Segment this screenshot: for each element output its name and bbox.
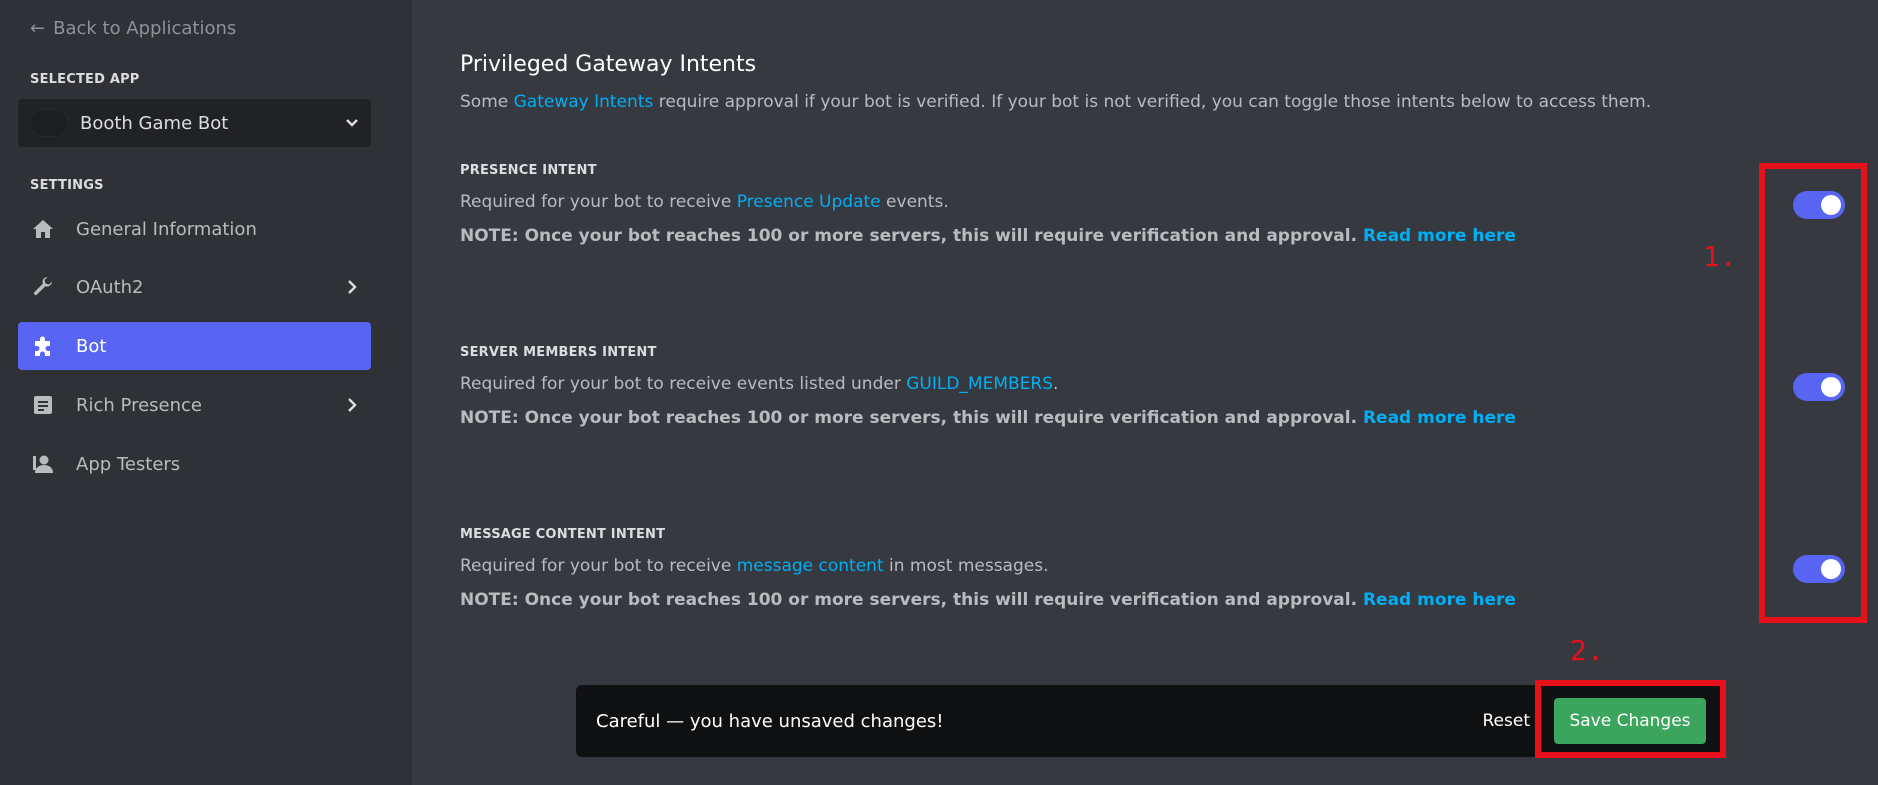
presence-update-link[interactable]: Presence Update (737, 192, 881, 212)
sidebar-item-app-testers[interactable]: App Testers (18, 440, 371, 488)
sidebar-item-label: Rich Presence (76, 394, 202, 416)
desc-text: Required for your bot to receive events … (460, 374, 907, 394)
intent-note: NOTE: Once your bot reaches 100 or more … (460, 226, 1860, 246)
note-text: NOTE: Once your bot reaches 100 or more … (460, 408, 1363, 428)
desc-text: Required for your bot to receive (460, 192, 737, 212)
home-icon (30, 216, 56, 242)
app-name: Booth Game Bot (80, 112, 229, 134)
intent-title: PRESENCE INTENT (460, 163, 597, 178)
annotation-step-1: 1. (1703, 240, 1737, 273)
puzzle-icon (30, 333, 56, 359)
presence-intent-section: PRESENCE INTENT Required for your bot to… (460, 163, 1860, 246)
sidebar-item-rich-presence[interactable]: Rich Presence (18, 381, 371, 429)
desc-text: events. (880, 192, 949, 212)
message-content-intent-section: MESSAGE CONTENT INTENT Required for your… (460, 527, 1860, 610)
sidebar-item-label: App Testers (76, 453, 181, 475)
intent-description: Required for your bot to receive message… (460, 556, 1860, 576)
chevron-right-icon (348, 398, 357, 412)
settings-label: SETTINGS (30, 178, 104, 193)
read-more-link[interactable]: Read more here (1363, 590, 1516, 610)
app-selector[interactable]: Booth Game Bot (18, 99, 371, 147)
unsaved-changes-text: Careful — you have unsaved changes! (596, 710, 944, 732)
wrench-icon (30, 274, 56, 300)
back-to-applications-link[interactable]: ← Back to Applications (30, 18, 236, 39)
app-avatar (30, 109, 68, 137)
intent-note: NOTE: Once your bot reaches 100 or more … (460, 590, 1860, 610)
chevron-right-icon (348, 280, 357, 294)
desc-text: in most messages. (883, 556, 1049, 576)
sidebar-item-oauth2[interactable]: OAuth2 (18, 263, 371, 311)
back-label: Back to Applications (53, 18, 237, 39)
sidebar-item-bot[interactable]: Bot (18, 322, 371, 370)
guild-members-link[interactable]: GUILD_MEMBERS (906, 374, 1053, 394)
message-content-link[interactable]: message content (737, 556, 884, 576)
desc-text: . (1053, 374, 1059, 394)
annotation-box-toggles (1759, 163, 1867, 623)
sidebar-item-general-information[interactable]: General Information (18, 205, 371, 253)
intent-description: Required for your bot to receive events … (460, 374, 1860, 394)
arrow-left-icon: ← (30, 18, 46, 39)
intent-title: SERVER MEMBERS INTENT (460, 345, 657, 360)
sidebar: ← Back to Applications SELECTED APP Boot… (0, 0, 412, 785)
desc-text: require approval if your bot is verified… (653, 92, 1652, 112)
selected-app-label: SELECTED APP (30, 72, 140, 87)
annotation-step-2: 2. (1570, 634, 1604, 667)
note-text: NOTE: Once your bot reaches 100 or more … (460, 590, 1363, 610)
desc-text: Required for your bot to receive (460, 556, 737, 576)
page-title: Privileged Gateway Intents (460, 52, 757, 77)
read-more-link[interactable]: Read more here (1363, 408, 1516, 428)
server-members-intent-section: SERVER MEMBERS INTENT Required for your … (460, 345, 1860, 428)
sidebar-item-label: OAuth2 (76, 276, 144, 298)
sidebar-item-label: General Information (76, 218, 257, 240)
intent-title: MESSAGE CONTENT INTENT (460, 527, 666, 542)
intent-note: NOTE: Once your bot reaches 100 or more … (460, 408, 1860, 428)
chevron-down-icon (346, 119, 358, 127)
sidebar-item-label: Bot (76, 335, 107, 357)
intent-description: Required for your bot to receive Presenc… (460, 192, 1860, 212)
document-icon (30, 392, 56, 418)
main-content: Privileged Gateway Intents Some Gateway … (460, 0, 1878, 785)
desc-text: Some (460, 92, 514, 112)
reset-button[interactable]: Reset (1483, 711, 1531, 731)
user-icon (30, 451, 56, 477)
gateway-intents-link[interactable]: Gateway Intents (514, 92, 654, 112)
read-more-link[interactable]: Read more here (1363, 226, 1516, 246)
page-description: Some Gateway Intents require approval if… (460, 92, 1651, 112)
note-text: NOTE: Once your bot reaches 100 or more … (460, 226, 1363, 246)
annotation-box-save (1535, 680, 1726, 758)
